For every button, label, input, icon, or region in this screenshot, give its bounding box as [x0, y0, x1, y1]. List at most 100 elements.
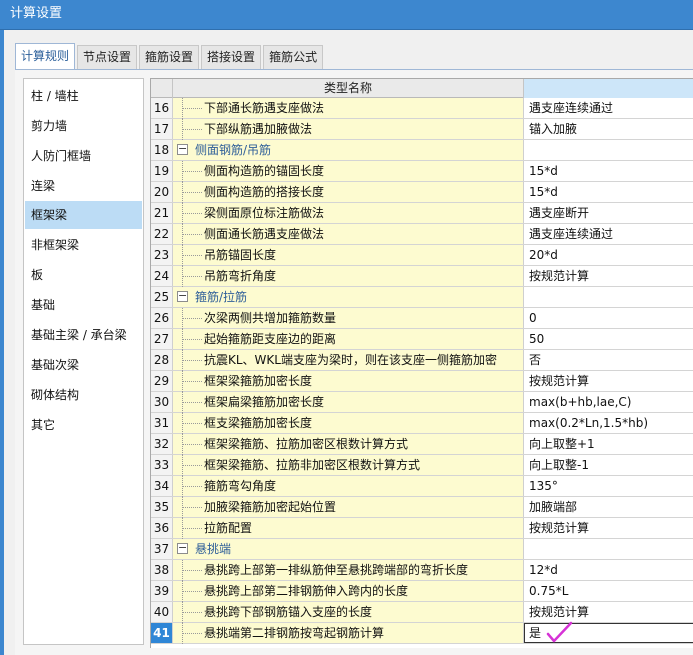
row-number[interactable]: 28 [151, 350, 173, 370]
type-name-cell[interactable]: − 箍筋/拉筋 [173, 287, 524, 307]
tab-stirrup-formula[interactable]: 箍筋公式 [263, 45, 324, 69]
grid-row[interactable]: 31 框支梁箍筋加密长度 max(0.2*Ln,1.5*hb) [151, 413, 693, 434]
setting-value-cell[interactable]: max(b+hb,lae,C) [524, 392, 693, 412]
sidebar-item-coupling-beam[interactable]: 连梁 [25, 172, 142, 200]
row-number[interactable]: 23 [151, 245, 173, 265]
setting-value-cell[interactable]: 按规范计算 [524, 518, 693, 538]
type-name-cell[interactable]: 箍筋弯勾角度 [173, 476, 524, 497]
row-number[interactable]: 39 [151, 581, 173, 601]
row-number[interactable]: 33 [151, 455, 173, 475]
type-name-cell[interactable]: 框架梁箍筋、拉筋非加密区根数计算方式 [173, 455, 524, 476]
sidebar-item-frame-beam[interactable]: 框架梁 [25, 201, 142, 229]
type-name-cell[interactable]: 起始箍筋距支座边的距离 [173, 329, 524, 350]
collapse-toggle-icon[interactable]: − [177, 542, 188, 554]
tab-stirrup-settings[interactable]: 箍筋设置 [139, 45, 200, 69]
row-number[interactable]: 21 [151, 203, 173, 223]
grid-row[interactable]: 30 框架扁梁箍筋加密长度 max(b+hb,lae,C) [151, 392, 693, 413]
row-number[interactable]: 27 [151, 329, 173, 349]
grid-row[interactable]: 21 梁侧面原位标注筋做法 遇支座断开 [151, 203, 693, 224]
setting-value-cell[interactable]: 135° [524, 476, 693, 496]
row-number[interactable]: 29 [151, 371, 173, 391]
grid-row[interactable]: 20 侧面构造筋的搭接长度 15*d [151, 182, 693, 203]
row-number[interactable]: 41 [151, 623, 173, 643]
setting-value-cell[interactable]: 20*d [524, 245, 693, 265]
grid-row[interactable]: 22 侧面通长筋遇支座做法 遇支座连续通过 [151, 224, 693, 245]
sidebar-item-column[interactable]: 柱 / 墙柱 [25, 82, 142, 110]
tab-node-settings[interactable]: 节点设置 [77, 45, 138, 69]
setting-value-cell[interactable]: 按规范计算 [524, 602, 693, 622]
grid-row[interactable]: 23 吊筋锚固长度 20*d [151, 245, 693, 266]
grid-row[interactable]: 19 侧面构造筋的锚固长度 15*d [151, 161, 693, 182]
setting-value-cell[interactable]: 50 [524, 329, 693, 349]
sidebar-item-civil-defense-wall[interactable]: 人防门框墙 [25, 142, 142, 170]
sidebar-item-shear-wall[interactable]: 剪力墙 [25, 112, 142, 140]
row-number[interactable]: 20 [151, 182, 173, 202]
type-name-cell[interactable]: 下部通长筋遇支座做法 [173, 98, 524, 119]
row-number[interactable]: 24 [151, 266, 173, 286]
type-name-cell[interactable]: 加腋梁箍筋加密起始位置 [173, 497, 524, 518]
type-name-cell[interactable]: 悬挑端第二排钢筋按弯起钢筋计算 [173, 623, 524, 644]
setting-value-cell[interactable]: 12*d [524, 560, 693, 580]
setting-value-cell[interactable]: 向上取整+1 [524, 434, 693, 454]
setting-value-cell[interactable]: 按规范计算 [524, 371, 693, 391]
setting-value-cell[interactable]: 0 [524, 308, 693, 328]
type-name-cell[interactable]: 次梁两侧共增加箍筋数量 [173, 308, 524, 329]
grid-group-row[interactable]: 25− 箍筋/拉筋 [151, 287, 693, 308]
row-number[interactable]: 36 [151, 518, 173, 538]
row-number[interactable]: 26 [151, 308, 173, 328]
type-name-cell[interactable]: 吊筋锚固长度 [173, 245, 524, 266]
grid-row[interactable]: 27 起始箍筋距支座边的距离 50 [151, 329, 693, 350]
collapse-toggle-icon[interactable]: − [177, 143, 188, 155]
setting-value-cell[interactable]: 加腋端部 [524, 497, 693, 517]
grid-row[interactable]: 16 下部通长筋遇支座做法 遇支座连续通过 [151, 98, 693, 119]
row-number[interactable]: 19 [151, 161, 173, 181]
grid-group-row[interactable]: 37− 悬挑端 [151, 539, 693, 560]
grid-row[interactable]: 24 吊筋弯折角度 按规范计算 [151, 266, 693, 287]
row-number[interactable]: 34 [151, 476, 173, 496]
setting-value-cell[interactable]: 遇支座断开 [524, 203, 693, 223]
row-number[interactable]: 30 [151, 392, 173, 412]
type-name-cell[interactable]: 框架梁箍筋加密长度 [173, 371, 524, 392]
grid-row[interactable]: 17 下部纵筋遇加腋做法 锚入加腋 [151, 119, 693, 140]
type-name-cell[interactable]: 框架扁梁箍筋加密长度 [173, 392, 524, 413]
sidebar-item-other[interactable]: 其它 [25, 411, 142, 439]
sidebar-item-non-frame-beam[interactable]: 非框架梁 [25, 231, 142, 259]
grid-row[interactable]: 32 框架梁箍筋、拉筋加密区根数计算方式 向上取整+1 [151, 434, 693, 455]
sidebar-item-masonry[interactable]: 砌体结构 [25, 381, 142, 409]
grid-row[interactable]: 35 加腋梁箍筋加密起始位置 加腋端部 [151, 497, 693, 518]
setting-value-cell[interactable]: 向上取整-1 [524, 455, 693, 475]
row-number[interactable]: 38 [151, 560, 173, 580]
column-header-value[interactable] [524, 79, 693, 98]
row-number[interactable]: 35 [151, 497, 173, 517]
type-name-cell[interactable]: 侧面构造筋的搭接长度 [173, 182, 524, 203]
grid-row[interactable]: 36 拉筋配置 按规范计算 [151, 518, 693, 539]
sidebar-item-foundation-main-beam[interactable]: 基础主梁 / 承台梁 [25, 321, 142, 349]
setting-value-cell[interactable]: 0.75*L [524, 581, 693, 601]
type-name-cell[interactable]: 框支梁箍筋加密长度 [173, 413, 524, 434]
row-number[interactable]: 31 [151, 413, 173, 433]
grid-row[interactable]: 33 框架梁箍筋、拉筋非加密区根数计算方式 向上取整-1 [151, 455, 693, 476]
setting-value-cell[interactable]: 遇支座连续通过 [524, 224, 693, 244]
grid-row[interactable]: 39 悬挑跨上部第二排钢筋伸入跨内的长度 0.75*L [151, 581, 693, 602]
type-name-cell[interactable]: 悬挑跨上部第一排纵筋伸至悬挑跨端部的弯折长度 [173, 560, 524, 581]
setting-value-cell[interactable]: 锚入加腋 [524, 119, 693, 139]
row-number[interactable]: 25 [151, 287, 173, 307]
collapse-toggle-icon[interactable]: − [177, 290, 188, 302]
column-header-type-name[interactable]: 类型名称 [173, 79, 524, 98]
type-name-cell[interactable]: 吊筋弯折角度 [173, 266, 524, 287]
type-name-cell[interactable]: 抗震KL、WKL端支座为梁时，则在该支座一侧箍筋加密 [173, 350, 524, 371]
grid-row[interactable]: 41 悬挑端第二排钢筋按弯起钢筋计算是 [151, 623, 693, 644]
row-number[interactable]: 37 [151, 539, 173, 559]
setting-value-cell[interactable] [524, 539, 693, 559]
type-name-cell[interactable]: 梁侧面原位标注筋做法 [173, 203, 524, 224]
type-name-cell[interactable]: 下部纵筋遇加腋做法 [173, 119, 524, 140]
setting-value-cell[interactable]: 遇支座连续通过 [524, 98, 693, 118]
type-name-cell[interactable]: − 侧面钢筋/吊筋 [173, 140, 524, 160]
grid-row[interactable]: 28 抗震KL、WKL端支座为梁时，则在该支座一侧箍筋加密 否 [151, 350, 693, 371]
setting-value-cell[interactable]: 15*d [524, 182, 693, 202]
sidebar-item-foundation-secondary-beam[interactable]: 基础次梁 [25, 351, 142, 379]
type-name-cell[interactable]: 侧面构造筋的锚固长度 [173, 161, 524, 182]
type-name-cell[interactable]: 侧面通长筋遇支座做法 [173, 224, 524, 245]
type-name-cell[interactable]: 框架梁箍筋、拉筋加密区根数计算方式 [173, 434, 524, 455]
type-name-cell[interactable]: 悬挑跨下部钢筋锚入支座的长度 [173, 602, 524, 623]
